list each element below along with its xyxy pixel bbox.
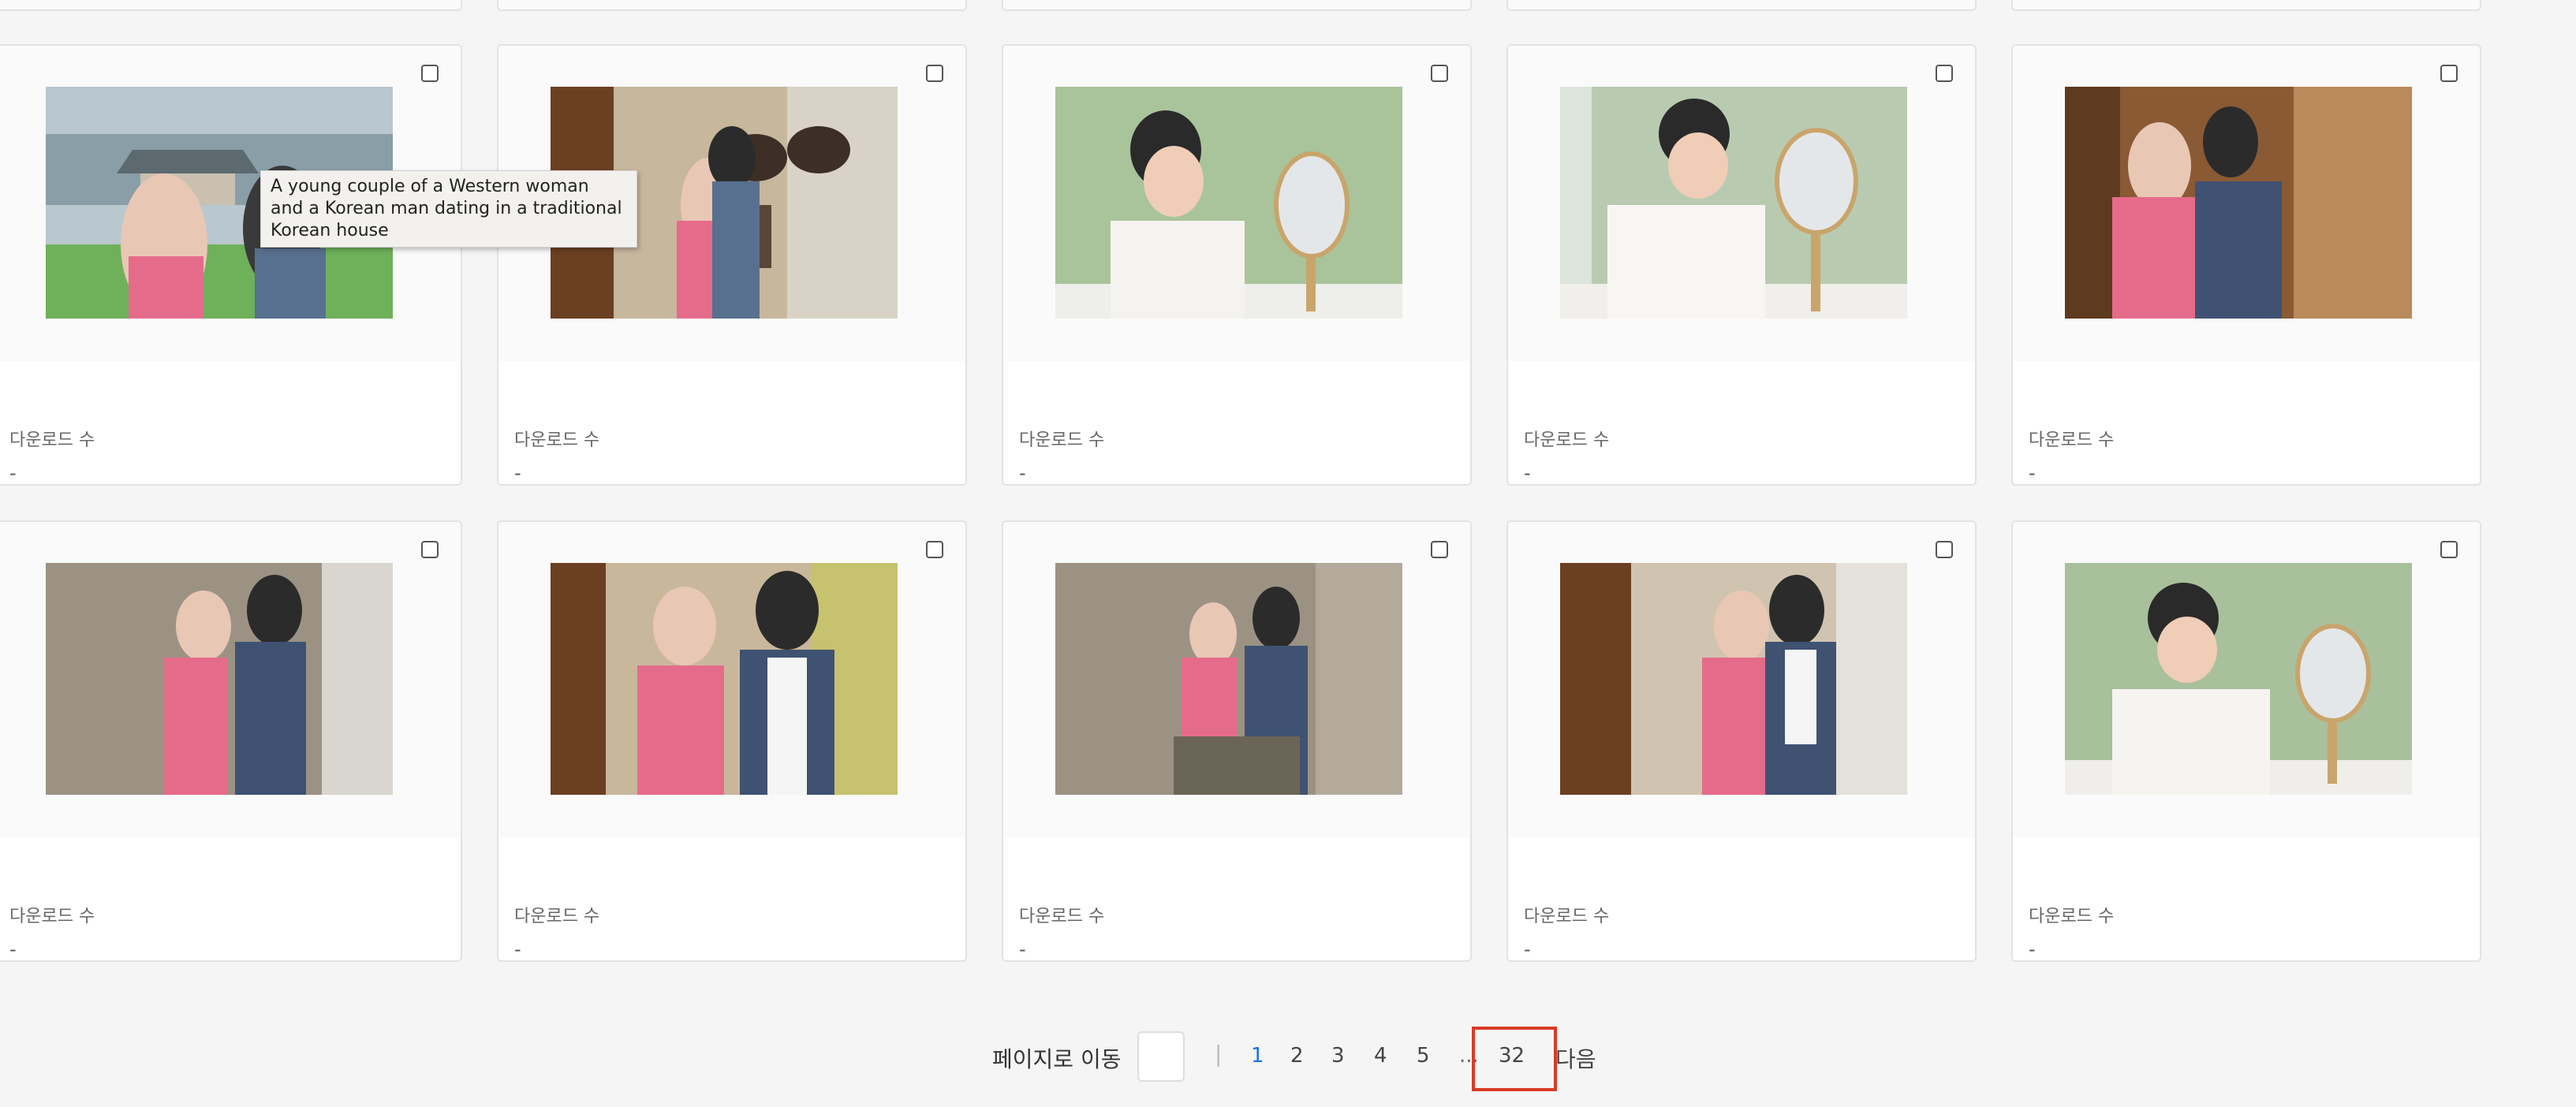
download-count-label: 다운로드 수 [2029,430,2115,450]
download-count-value: - [9,938,17,960]
select-checkbox[interactable] [421,65,439,82]
download-count-label: 다운로드 수 [514,907,600,926]
page-link[interactable]: 2 [1290,1044,1304,1068]
download-count-value: - [2029,938,2036,960]
partial-card [0,0,462,11]
select-checkbox[interactable] [2440,65,2458,82]
card-thumbnail[interactable] [1055,563,1402,795]
download-count-label: 다운로드 수 [1524,430,1610,450]
image-tooltip: A young couple of a Western woman and a … [260,170,637,248]
image-card[interactable]: 다운로드 수 - [497,44,967,486]
image-card[interactable]: 다운로드 수 - [0,44,462,486]
page-link[interactable]: 3 [1331,1044,1345,1068]
card-thumbnail[interactable] [1055,87,1402,319]
image-card[interactable]: 다운로드 수 - [1002,520,1472,962]
goto-page-input[interactable] [1137,1031,1185,1082]
partial-card [497,0,967,11]
partial-card [1002,0,1472,11]
page-link[interactable]: 1 [1251,1044,1264,1068]
download-count-value: - [1524,462,1531,484]
download-count-value: - [1524,938,1531,960]
image-card[interactable]: 다운로드 수 - [1506,44,1977,486]
card-thumbnail[interactable] [46,563,393,795]
select-checkbox[interactable] [2440,541,2458,558]
image-card[interactable]: 다운로드 수 - [2011,44,2481,486]
image-card[interactable]: 다운로드 수 - [2011,520,2481,962]
page-link[interactable]: 4 [1374,1044,1387,1068]
download-count-label: 다운로드 수 [9,430,95,450]
card-thumbnail[interactable] [2065,87,2412,319]
page-link[interactable]: 5 [1417,1044,1430,1068]
partial-card [1506,0,1977,11]
select-checkbox[interactable] [926,65,943,82]
image-card[interactable]: 다운로드 수 - [0,520,462,962]
download-count-label: 다운로드 수 [514,430,600,450]
select-checkbox[interactable] [926,541,943,558]
image-card[interactable]: 다운로드 수 - [1002,44,1472,486]
card-thumbnail[interactable] [551,563,898,795]
select-checkbox[interactable] [1431,541,1448,558]
card-thumbnail[interactable] [1560,563,1907,795]
pagination: 페이지로 이동 | 1 2 3 4 5 ... 32 다음 [0,1027,2576,1091]
partial-card [2011,0,2481,11]
download-count-value: - [514,938,521,960]
card-thumbnail[interactable] [2065,563,2412,795]
goto-page-label: 페이지로 이동 [992,1046,1122,1072]
select-checkbox[interactable] [1431,65,1448,82]
select-checkbox[interactable] [1936,541,1953,558]
download-count-label: 다운로드 수 [1019,430,1105,450]
image-card[interactable]: 다운로드 수 - [1506,520,1977,962]
pagination-divider: | [1215,1041,1223,1067]
select-checkbox[interactable] [1936,65,1953,82]
download-count-value: - [1019,938,1026,960]
card-thumbnail[interactable] [1560,87,1907,319]
download-count-label: 다운로드 수 [1019,907,1105,926]
image-card[interactable]: 다운로드 수 - [497,520,967,962]
download-count-label: 다운로드 수 [1524,907,1610,926]
download-count-value: - [9,462,17,484]
select-checkbox[interactable] [421,541,439,558]
download-count-label: 다운로드 수 [9,907,95,926]
download-count-value: - [514,462,521,484]
download-count-value: - [1019,462,1026,484]
download-count-label: 다운로드 수 [2029,907,2115,926]
download-count-value: - [2029,462,2036,484]
page-link-last[interactable]: 32 [1499,1044,1525,1068]
next-page-button[interactable]: 다음 [1555,1042,1596,1074]
